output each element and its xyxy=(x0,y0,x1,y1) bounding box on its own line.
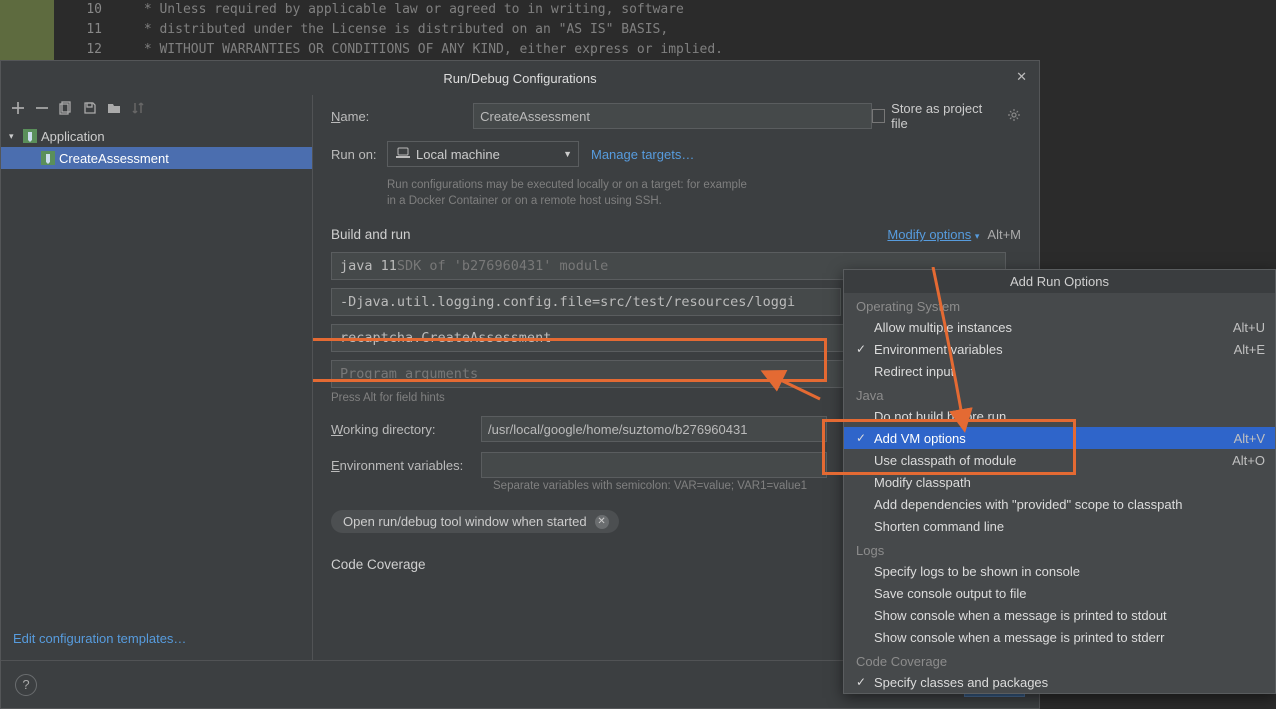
popup-item-label: Save console output to file xyxy=(874,586,1027,601)
line-number: 10 xyxy=(62,2,102,17)
popup-item[interactable]: Allow multiple instances Alt+U xyxy=(844,316,1275,338)
store-label: Store as project file xyxy=(891,101,995,131)
popup-item-label: Specify logs to be shown in console xyxy=(874,564,1080,579)
popup-item[interactable]: Shorten command line xyxy=(844,515,1275,537)
add-run-options-popup: Add Run Options Operating SystemAllow mu… xyxy=(843,269,1276,694)
check-icon: ✓ xyxy=(856,675,874,689)
dialog-titlebar: Run/Debug Configurations ✕ xyxy=(1,61,1039,95)
run-on-value: Local machine xyxy=(416,147,500,162)
popup-item[interactable]: Redirect input xyxy=(844,360,1275,382)
keyboard-shortcut: Alt+U xyxy=(1233,320,1265,335)
popup-item-label: Allow multiple instances xyxy=(874,320,1012,335)
modify-options-link[interactable]: Modify options ▾ xyxy=(887,227,979,242)
popup-item[interactable]: ✓Specify classes and packages xyxy=(844,671,1275,693)
tree-group-application[interactable]: ▾ Application xyxy=(1,125,312,147)
popup-item[interactable]: Add dependencies with "provided" scope t… xyxy=(844,493,1275,515)
line-number: 12 xyxy=(62,42,102,57)
run-on-select[interactable]: Local machine ▼ xyxy=(387,141,579,167)
popup-item[interactable]: ✓Environment variables Alt+E xyxy=(844,338,1275,360)
remove-chip-icon[interactable]: ✕ xyxy=(595,515,609,529)
folder-icon[interactable] xyxy=(107,101,121,115)
copy-icon[interactable] xyxy=(59,101,73,115)
popup-item[interactable]: Show console when a message is printed t… xyxy=(844,626,1275,648)
gear-icon[interactable] xyxy=(1007,108,1021,125)
config-tree-panel: ▾ Application CreateAssessment xyxy=(1,95,313,660)
popup-group-logs: Logs xyxy=(844,537,1275,560)
popup-item-label: Specify classes and packages xyxy=(874,675,1048,690)
store-checkbox[interactable] xyxy=(872,109,885,123)
code-coverage-title: Code Coverage xyxy=(331,557,426,572)
open-tool-window-chip[interactable]: Open run/debug tool window when started … xyxy=(331,510,619,533)
line-number: 11 xyxy=(62,22,102,37)
popup-item-label: Environment variables xyxy=(874,342,1003,357)
popup-item[interactable]: Show console when a message is printed t… xyxy=(844,604,1275,626)
tree-toolbar xyxy=(1,95,312,121)
application-icon xyxy=(41,151,55,165)
popup-title: Add Run Options xyxy=(844,270,1275,293)
modify-options-shortcut: Alt+M xyxy=(987,227,1021,242)
popup-item-label: Add dependencies with "provided" scope t… xyxy=(874,497,1182,512)
vm-options-field[interactable]: -Djava.util.logging.config.file=src/test… xyxy=(331,288,841,316)
popup-item[interactable]: Save console output to file xyxy=(844,582,1275,604)
popup-item-label: Redirect input xyxy=(874,364,954,379)
remove-icon[interactable] xyxy=(35,101,49,115)
runon-hint: Run configurations may be executed local… xyxy=(387,177,1021,209)
close-icon[interactable]: ✕ xyxy=(1016,69,1027,85)
chevron-down-icon: ▼ xyxy=(563,149,572,159)
annotation-highlight-addvm xyxy=(822,419,1076,475)
editor-line: * distributed under the License is distr… xyxy=(136,22,668,37)
workdir-field[interactable] xyxy=(481,416,827,442)
popup-group-operating-system: Operating System xyxy=(844,293,1275,316)
runon-label: Run on: xyxy=(331,147,387,162)
popup-group-java: Java xyxy=(844,382,1275,405)
env-field[interactable] xyxy=(481,452,827,478)
env-label: Environment variables: xyxy=(331,458,481,473)
editor-line: * Unless required by applicable law or a… xyxy=(136,2,684,17)
keyboard-shortcut: Alt+O xyxy=(1232,453,1265,468)
manage-targets-link[interactable]: Manage targets… xyxy=(591,147,694,162)
popup-item-label: Shorten command line xyxy=(874,519,1004,534)
popup-item-label: Modify classpath xyxy=(874,475,971,490)
popup-group-code-coverage: Code Coverage xyxy=(844,648,1275,671)
keyboard-shortcut: Alt+E xyxy=(1234,342,1265,357)
popup-item-label: Show console when a message is printed t… xyxy=(874,608,1167,623)
chevron-down-icon[interactable]: ▾ xyxy=(9,131,19,142)
name-label: Name: xyxy=(331,109,473,124)
tree-group-label: Application xyxy=(41,129,105,144)
editor-background: 10 * Unless required by applicable law o… xyxy=(0,0,1276,60)
laptop-icon xyxy=(396,147,410,162)
tree-item-createassessment[interactable]: CreateAssessment xyxy=(1,147,312,169)
dialog-title: Run/Debug Configurations xyxy=(443,71,596,86)
sort-icon[interactable] xyxy=(131,101,145,115)
application-icon xyxy=(23,129,37,143)
save-icon[interactable] xyxy=(83,101,97,115)
check-icon: ✓ xyxy=(856,342,874,356)
name-field[interactable] xyxy=(473,103,872,129)
popup-item[interactable]: Specify logs to be shown in console xyxy=(844,560,1275,582)
editor-line: * WITHOUT WARRANTIES OR CONDITIONS OF AN… xyxy=(136,42,723,57)
config-tree[interactable]: ▾ Application CreateAssessment xyxy=(1,121,312,173)
tree-item-label: CreateAssessment xyxy=(59,151,169,166)
annotation-highlight-vm xyxy=(313,338,827,382)
popup-item-label: Show console when a message is printed t… xyxy=(874,630,1165,645)
gutter-diff-band xyxy=(0,0,54,60)
build-run-title: Build and run xyxy=(331,227,411,242)
workdir-label: Working directory: xyxy=(331,422,481,437)
add-icon[interactable] xyxy=(11,101,25,115)
edit-templates-link[interactable]: Edit configuration templates… xyxy=(1,631,312,646)
help-icon[interactable]: ? xyxy=(15,674,37,696)
keyboard-shortcut: Alt+V xyxy=(1234,431,1265,446)
